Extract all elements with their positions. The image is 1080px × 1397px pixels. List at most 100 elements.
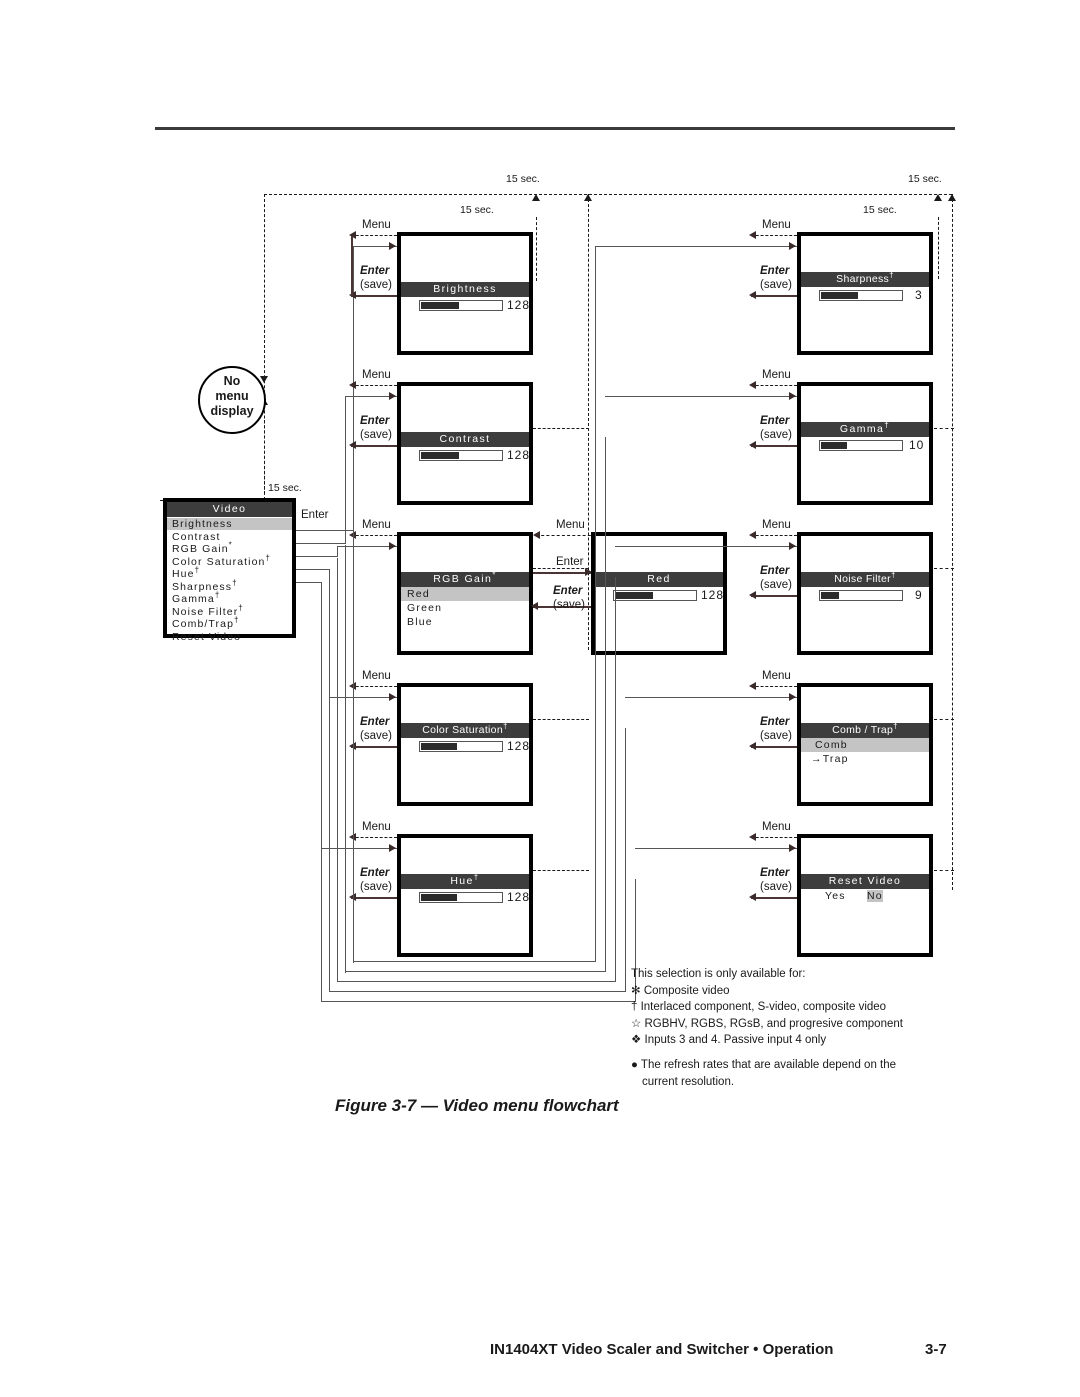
red-bar[interactable] — [613, 590, 697, 601]
timeout-label-topleft: 15 sec. — [506, 173, 540, 185]
video-menu-item-comb-trap[interactable]: Comb/Trap† — [172, 616, 240, 630]
feed-sharpness-arrow — [789, 242, 796, 250]
enter-return-brightness — [351, 295, 397, 297]
gamma-screen[interactable]: Gamma† 10 — [797, 382, 933, 505]
comb-trap-title: Comb / Trap† — [801, 722, 929, 738]
loop-bus-4h — [329, 991, 626, 993]
footnote-line-4: ❖ Inputs 3 and 4. Passive input 4 only — [631, 1034, 827, 1046]
video-menu-screen[interactable]: Video Brightness Contrast RGB Gain* Colo… — [163, 498, 296, 643]
sharpness-screen[interactable]: Sharpness† 3 — [797, 232, 933, 355]
refresh-note-line2: current resolution. — [642, 1075, 735, 1088]
sharpness-title: Sharpness† — [801, 271, 929, 287]
feed-noise-arrow — [789, 542, 796, 550]
feed-noise — [615, 546, 797, 548]
color-saturation-value: 128 — [507, 739, 531, 753]
reset-video-option-no[interactable]: No — [867, 890, 883, 902]
brightness-bar-fill — [421, 302, 459, 309]
loop-bus-1 — [353, 531, 355, 963]
video-menu-item-gamma[interactable]: Gamma† — [172, 591, 220, 605]
footnote-line-2: † Interlaced component, S-video, composi… — [631, 1001, 887, 1013]
rgb-gain-option-green[interactable]: Green — [407, 602, 442, 614]
reset-video-screen[interactable]: Reset Video Yes No — [797, 834, 933, 957]
video-menu-item-hue[interactable]: Hue† — [172, 566, 200, 580]
color-saturation-screen[interactable]: Color Saturation† 128 — [397, 683, 533, 806]
rgb-gain-option-red[interactable]: Red — [407, 588, 430, 600]
comb-trap-option-trap[interactable]: →Trap — [811, 753, 849, 765]
video-menu-item-sharpness[interactable]: Sharpness† — [172, 579, 238, 593]
menu-return-reset — [751, 837, 797, 838]
timeout-arrow-right — [947, 194, 956, 201]
enter-save-label-red: Enter — [553, 585, 583, 597]
menu-return-reset-arrow — [749, 833, 756, 841]
video-menu-item-reset-video[interactable]: Reset Video — [172, 631, 241, 643]
comb-trap-screen[interactable]: Comb / Trap† Comb →Trap — [797, 683, 933, 806]
gamma-bar-fill — [821, 442, 847, 449]
enter-return-contrast — [351, 445, 397, 447]
menu-label-gamma: Menu — [762, 369, 791, 381]
red-bar-fill — [615, 592, 653, 599]
enter-label-noise: Enter — [760, 565, 790, 577]
video-menu-item-rgb-gain[interactable]: RGB Gain* — [172, 541, 233, 555]
contrast-screen[interactable]: Contrast 128 — [397, 382, 533, 505]
enter-label-reset: Enter — [760, 867, 790, 879]
menu-label-contrast: Menu — [362, 369, 391, 381]
enter-save-label-colorsat: (save) — [360, 730, 392, 742]
video-menu-item-contrast[interactable]: Contrast — [172, 531, 220, 543]
video-menu-item-color-saturation[interactable]: Color Saturation† — [172, 554, 271, 568]
video-menu-enter-label: Enter — [301, 509, 329, 521]
menu-label-reset: Menu — [762, 821, 791, 833]
menu-label-comb: Menu — [762, 670, 791, 682]
comb-trap-option-comb[interactable]: Comb — [815, 739, 848, 751]
video-menu-title: Video — [167, 502, 292, 517]
contrast-bar-fill — [421, 452, 459, 459]
enter-label-brightness: Enter — [360, 265, 390, 277]
hue-bar[interactable] — [419, 892, 503, 903]
rgb-gain-option-blue[interactable]: Blue — [407, 616, 433, 628]
footnotes-block: This selection is only available for: ✻ … — [631, 966, 903, 1049]
menu-return-gamma-arrow — [749, 381, 756, 389]
contrast-bar[interactable] — [419, 450, 503, 461]
footnote-line-1: ✻ Composite video — [631, 984, 730, 997]
noise-filter-screen[interactable]: Noise Filter† 9 — [797, 532, 933, 655]
timeout-dashed-left-low — [264, 420, 265, 500]
enter-return-hue — [351, 897, 397, 899]
rgb-gain-screen[interactable]: RGB Gain* Red Green Blue — [397, 532, 533, 655]
loop-bus-2h — [345, 971, 606, 973]
hue-title: Hue† — [401, 873, 529, 889]
reset-video-option-yes[interactable]: Yes — [825, 890, 846, 902]
document-page: 15 sec. 15 sec. 15 sec. 15 sec. 15 sec. … — [0, 0, 1080, 1397]
brightness-bar[interactable] — [419, 300, 503, 311]
red-screen[interactable]: Red 128 — [591, 532, 727, 655]
color-saturation-bar[interactable] — [419, 741, 503, 752]
enter-return-reset — [751, 897, 797, 899]
menu-return-red-arrow — [533, 531, 540, 539]
gamma-value: 10 — [909, 438, 925, 452]
timeout-dashed-top — [264, 194, 952, 195]
video-menu-item-brightness[interactable]: Brightness — [167, 518, 292, 530]
enter-save-label-hue: (save) — [360, 881, 392, 893]
enter-save-label-noise: (save) — [760, 579, 792, 591]
refresh-note-line1: ● The refresh rates that are available d… — [631, 1059, 897, 1071]
noise-filter-bar[interactable] — [819, 590, 903, 601]
footnote-line-3: ☆ RGBHV, RGBS, RGsB, and progresive comp… — [631, 1017, 903, 1030]
sharpness-bar[interactable] — [819, 290, 903, 301]
feed-gamma — [605, 396, 797, 398]
page-footer-number: 3-7 — [925, 1341, 947, 1358]
loop-bus-4v — [625, 728, 627, 992]
loop-bus-4 — [329, 571, 331, 991]
brightness-screen[interactable]: Brightness 128 — [397, 232, 533, 355]
enter-return-colorsat — [351, 746, 397, 748]
no-menu-line2: menu — [215, 389, 249, 403]
enter-return-sharpness-arrow — [749, 291, 756, 299]
timeout-drop-mid — [588, 194, 589, 650]
timeout-drop-brightness — [536, 217, 537, 281]
sharpness-value: 3 — [915, 288, 923, 302]
enter-save-label-reset: (save) — [760, 881, 792, 893]
enter-label-comb: Enter — [760, 716, 790, 728]
menu-label-rgbgain: Menu — [362, 519, 391, 531]
gamma-bar[interactable] — [819, 440, 903, 451]
timeout-stub-comb — [934, 719, 954, 720]
menu-return-red — [536, 535, 596, 536]
noise-filter-bar-fill — [821, 592, 839, 599]
hue-screen[interactable]: Hue† 128 — [397, 834, 533, 957]
